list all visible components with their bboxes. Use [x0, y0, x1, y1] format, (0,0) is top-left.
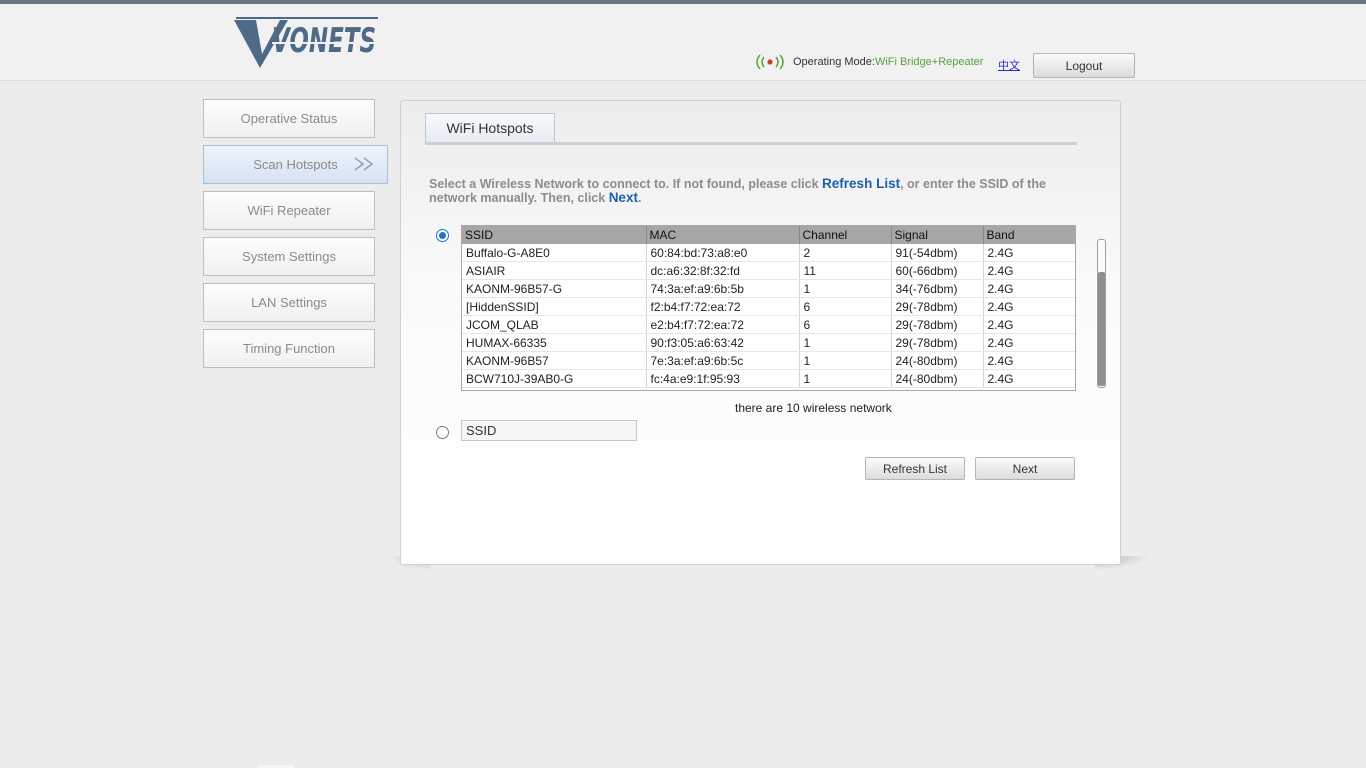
- cell-channel: 6: [799, 315, 892, 334]
- sidebar-item-system-settings[interactable]: System Settings: [203, 237, 375, 276]
- refresh-list-link-text: Refresh List: [822, 176, 901, 191]
- table-row[interactable]: ASIAIR dc:a6:32:8f:32:fd 11 60(-66dbm) 2…: [462, 261, 1075, 280]
- column-header-mac: MAC: [646, 226, 800, 244]
- cell-signal: 34(-76dbm): [891, 279, 984, 298]
- cell-mac: dc:a6:32:8f:32:fd: [646, 261, 800, 280]
- mode-label: Operating Mode:: [793, 56, 875, 68]
- scrollbar-thumb[interactable]: [1098, 272, 1105, 386]
- cell-band: 2.4G: [983, 369, 1075, 388]
- logout-button[interactable]: Logout: [1033, 53, 1135, 78]
- cell-ssid: ASIAIR: [462, 261, 647, 280]
- cell-channel: 2: [799, 244, 892, 262]
- next-button[interactable]: Next: [975, 457, 1075, 480]
- vonets-logo: VONETS: [234, 17, 378, 68]
- cell-mac: 90:f3:05:a6:63:42: [646, 333, 800, 352]
- cell-channel: 1: [799, 279, 892, 298]
- table-row[interactable]: BCW710J-39AB0-G fc:4a:e9:1f:95:93 1 24(-…: [462, 369, 1075, 388]
- column-header-signal: Signal: [891, 226, 984, 244]
- cell-channel: 1: [799, 333, 892, 352]
- cell-channel: 11: [799, 261, 892, 280]
- instruction-part: Select a Wireless Network to connect to.…: [429, 177, 823, 191]
- cell-channel: 1: [799, 351, 892, 370]
- instruction-text: Select a Wireless Network to connect to.…: [429, 177, 1079, 205]
- table-scrollbar[interactable]: [1097, 239, 1106, 388]
- ssid-input[interactable]: [461, 420, 637, 441]
- sidebar-item-operative-status[interactable]: Operative Status: [203, 99, 375, 138]
- cell-mac: 60:84:bd:73:a8:e0: [646, 244, 800, 262]
- tab-underline: [425, 142, 1077, 145]
- column-header-channel: Channel: [799, 226, 892, 244]
- cell-channel: 6: [799, 297, 892, 316]
- cell-ssid: HUMAX-66335: [462, 333, 647, 352]
- table-row[interactable]: KAONM-96B57 7e:3a:ef:a9:6b:5c 1 24(-80db…: [462, 351, 1075, 370]
- table-row[interactable]: JCOM_QLAB e2:b4:f7:72:ea:72 6 29(-78dbm)…: [462, 315, 1075, 334]
- cell-band: 2.4G: [983, 279, 1075, 298]
- column-header-ssid: SSID: [462, 226, 647, 244]
- cell-ssid: KAONM-96B57: [462, 351, 647, 370]
- sidebar: Operative Status Scan Hotspots WiFi Repe…: [203, 99, 388, 375]
- table-row[interactable]: Buffalo-G-A8E0 60:84:bd:73:a8:e0 2 91(-5…: [462, 244, 1075, 262]
- tab-wifi-hotspots[interactable]: WiFi Hotspots: [425, 113, 555, 142]
- cell-signal: 29(-78dbm): [891, 297, 984, 316]
- wifi-signal-icon: [756, 54, 784, 70]
- column-header-band: Band: [983, 226, 1075, 244]
- cell-signal: 60(-66dbm): [891, 261, 984, 280]
- sidebar-item-timing-function[interactable]: Timing Function: [203, 329, 375, 368]
- cell-ssid: [HiddenSSID]: [462, 297, 647, 316]
- double-chevron-right-icon: [354, 157, 374, 171]
- table-row[interactable]: [HiddenSSID] f2:b4:f7:72:ea:72 6 29(-78d…: [462, 297, 1075, 316]
- cell-signal: 24(-80dbm): [891, 351, 984, 370]
- sidebar-item-label: Scan Hotspots: [253, 157, 338, 172]
- cell-signal: 29(-78dbm): [891, 315, 984, 334]
- cell-signal: 91(-54dbm): [891, 244, 984, 262]
- cell-mac: 74:3a:ef:a9:6b:5b: [646, 279, 800, 298]
- refresh-list-button[interactable]: Refresh List: [865, 457, 965, 480]
- sidebar-item-scan-hotspots[interactable]: Scan Hotspots: [203, 145, 388, 184]
- cell-mac: 7e:3a:ef:a9:6b:5c: [646, 351, 800, 370]
- sidebar-item-lan-settings[interactable]: LAN Settings: [203, 283, 375, 322]
- cell-signal: 29(-78dbm): [891, 333, 984, 352]
- select-network-radio[interactable]: [436, 229, 449, 242]
- cell-ssid: BCW710J-39AB0-G: [462, 369, 647, 388]
- manual-ssid-radio[interactable]: [436, 426, 449, 439]
- network-count-text: there are 10 wireless network: [735, 401, 892, 415]
- cell-mac: e2:b4:f7:72:ea:72: [646, 315, 800, 334]
- cell-band: 2.4G: [983, 244, 1075, 262]
- cell-ssid: KAONM-96B57-G: [462, 279, 647, 298]
- cell-band: 2.4G: [983, 315, 1075, 334]
- cell-band: 2.4G: [983, 351, 1075, 370]
- sidebar-item-wifi-repeater[interactable]: WiFi Repeater: [203, 191, 375, 230]
- language-link[interactable]: 中文: [998, 57, 1020, 73]
- next-link-text: Next: [608, 190, 638, 205]
- table-header-row: SSID MAC Channel Signal Band: [462, 226, 1075, 244]
- cell-ssid: JCOM_QLAB: [462, 315, 647, 334]
- cell-mac: fc:4a:e9:1f:95:93: [646, 369, 800, 388]
- instruction-part: .: [637, 191, 642, 205]
- header: VONETS Operating Mode: WiFi Bridge+Repea…: [0, 4, 1366, 81]
- operating-mode: Operating Mode: WiFi Bridge+Repeater: [750, 51, 983, 73]
- cell-band: 2.4G: [983, 333, 1075, 352]
- cell-band: 2.4G: [983, 261, 1075, 280]
- cell-band: 2.4G: [983, 297, 1075, 316]
- cell-ssid: Buffalo-G-A8E0: [462, 244, 647, 262]
- mode-value: WiFi Bridge+Repeater: [874, 56, 984, 68]
- cell-signal: 24(-80dbm): [891, 369, 984, 388]
- network-table: SSID MAC Channel Signal Band Buffalo-G-A…: [461, 225, 1076, 391]
- svg-text:VONETS: VONETS: [272, 21, 376, 61]
- table-row[interactable]: KAONM-96B57-G 74:3a:ef:a9:6b:5b 1 34(-76…: [462, 279, 1075, 298]
- cell-channel: 1: [799, 369, 892, 388]
- table-row[interactable]: HUMAX-66335 90:f3:05:a6:63:42 1 29(-78db…: [462, 333, 1075, 352]
- cell-mac: f2:b4:f7:72:ea:72: [646, 297, 800, 316]
